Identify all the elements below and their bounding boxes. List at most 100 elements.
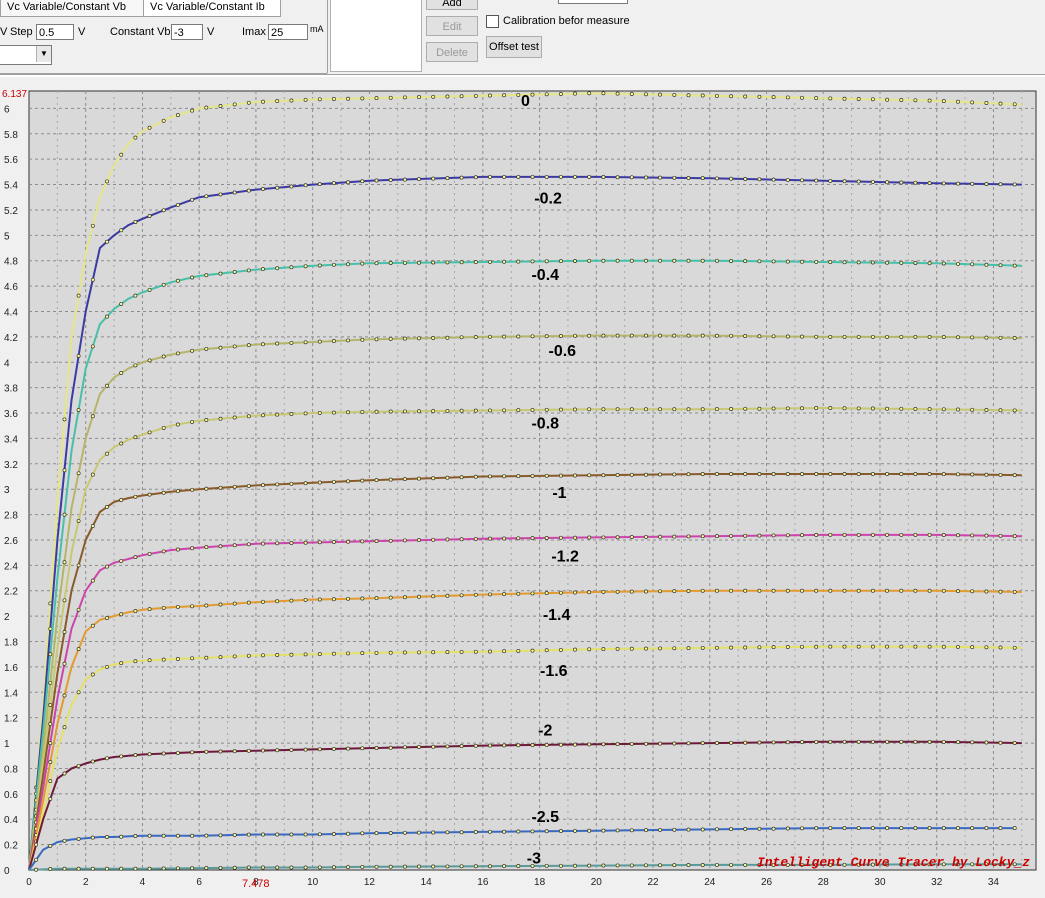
series-point (686, 333, 691, 338)
offset-test-button[interactable]: Offset test (486, 36, 542, 58)
series-point (473, 93, 478, 98)
series-point (956, 472, 960, 477)
series-point (48, 741, 53, 746)
series-point (48, 867, 53, 871)
series-point (885, 739, 890, 744)
series-point (516, 536, 521, 541)
series-point (970, 407, 975, 412)
series-point (502, 174, 507, 179)
series-point (856, 826, 861, 831)
series-point (956, 644, 960, 649)
series-point (473, 474, 478, 479)
tab-vc-variable-constant-vb[interactable]: Vc Variable/Constant Vb (0, 0, 146, 17)
series-point (459, 408, 464, 413)
curve-plot[interactable]: 0 0.2 0.4 0.6 0.8 1 1.2 1.4 1.6 1.8 2 2.2 2.4 2.6 2.8 3… (0, 77, 1045, 895)
series-point (502, 536, 507, 541)
series-point (331, 540, 336, 544)
series-point (885, 532, 890, 537)
series-point (913, 334, 918, 339)
series-point (516, 648, 521, 653)
series-point (629, 407, 634, 412)
series-point (814, 739, 819, 744)
series-label: -1.2 (551, 549, 579, 566)
series-point (175, 657, 180, 661)
delete-button[interactable]: Delete (426, 42, 478, 62)
series-point (757, 588, 762, 593)
series-point (870, 644, 875, 649)
series-point (261, 748, 265, 753)
series-point (133, 659, 138, 664)
series-point (459, 537, 464, 542)
series-point (984, 533, 989, 538)
series-point (814, 178, 819, 183)
series-point (402, 830, 407, 835)
series-point (275, 653, 280, 657)
constant-vb-input[interactable]: -3 (171, 24, 203, 40)
series-point (1012, 534, 1017, 539)
y-tick-label: 3.8 (4, 384, 18, 395)
y-tick-label: 3.6 (4, 409, 18, 420)
imax-input[interactable]: 25 (268, 24, 308, 40)
series-point (232, 344, 237, 349)
series-point (672, 92, 677, 97)
series-point (658, 863, 663, 868)
add-button[interactable]: Add (426, 0, 478, 10)
series-point (402, 260, 407, 265)
series-point (828, 472, 833, 476)
series-point (700, 407, 705, 412)
series-point (190, 108, 195, 113)
series-point (261, 483, 265, 488)
mode-select[interactable]: ▼ (0, 45, 52, 65)
series-point (615, 473, 620, 477)
series-point (218, 833, 223, 838)
series-point (488, 174, 492, 179)
x-tick-label: 18 (534, 877, 546, 888)
series-point (800, 406, 804, 411)
vc-unit-label: V (0, 26, 8, 38)
series-point (431, 864, 436, 869)
series-point (360, 651, 365, 656)
step-input[interactable]: 0.5 (36, 24, 74, 40)
series-point (814, 96, 819, 101)
series-point (388, 409, 393, 414)
series-point (161, 549, 166, 554)
series-point (970, 826, 975, 831)
series-point (402, 745, 407, 750)
edit-button[interactable]: Edit (426, 16, 478, 36)
series-point (445, 650, 450, 655)
series-point (1012, 741, 1017, 745)
series-point (360, 179, 365, 184)
series-point (558, 259, 563, 264)
series-point (346, 180, 351, 185)
series-point (629, 863, 634, 868)
series-point (644, 646, 648, 651)
series-point (899, 644, 904, 649)
series-point (346, 338, 351, 343)
series-point (402, 864, 407, 869)
series-point (346, 539, 351, 544)
series-point (530, 648, 535, 653)
series-point (587, 828, 592, 833)
series-point (331, 181, 336, 186)
series-point (431, 336, 436, 340)
calibration-checkbox[interactable] (486, 15, 499, 28)
series-point (417, 745, 421, 749)
series-point (360, 539, 365, 544)
series-point (686, 589, 691, 593)
series-point (119, 498, 124, 502)
series-point (133, 363, 138, 368)
series-point (743, 588, 748, 593)
series-point (502, 592, 507, 597)
tab-vc-variable-constant-ib[interactable]: Vc Variable/Constant Ib (143, 0, 281, 17)
series-point (629, 333, 634, 338)
series-point (856, 406, 861, 411)
series-point (885, 260, 890, 265)
top-field[interactable] (558, 0, 628, 4)
series-point (488, 474, 492, 479)
series-point (161, 354, 166, 359)
series-point (275, 865, 280, 870)
series-point (842, 260, 847, 265)
curve-list[interactable] (330, 0, 422, 72)
series-point (218, 104, 223, 108)
series-point (374, 96, 379, 101)
